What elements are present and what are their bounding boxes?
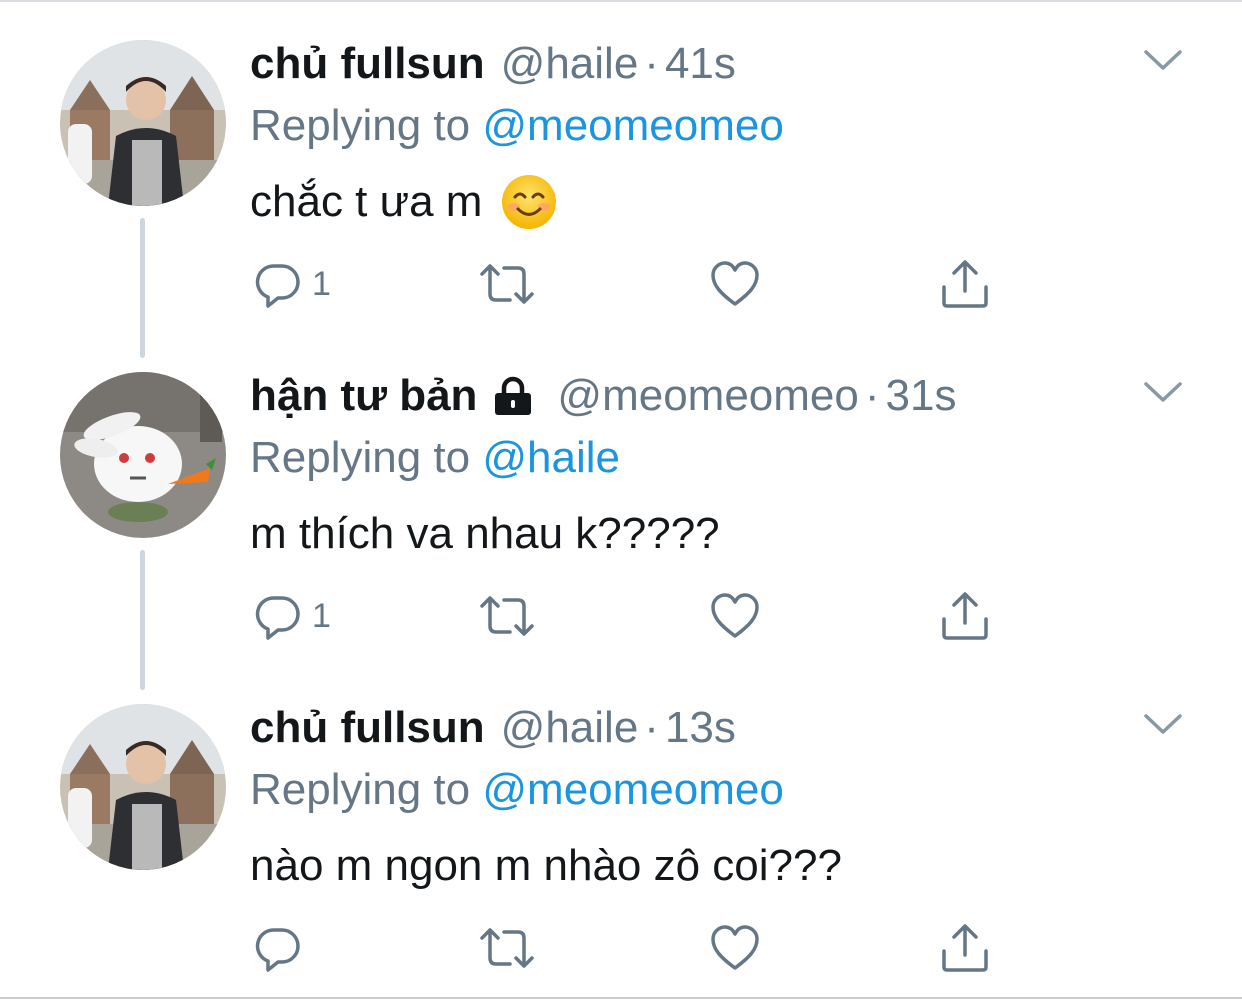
replying-to-label: Replying to	[250, 765, 471, 814]
avatar[interactable]	[60, 704, 226, 870]
lock-icon	[491, 374, 535, 418]
avatar[interactable]	[60, 372, 226, 538]
tweet-text: m thích va nhau k?????	[250, 504, 720, 564]
like-icon	[710, 924, 760, 972]
replying-to-label: Replying to	[250, 433, 471, 482]
bottom-divider	[0, 997, 1242, 999]
tweet-actions	[0, 920, 1242, 976]
share-icon	[940, 923, 990, 973]
timestamp[interactable]: 41s	[665, 36, 736, 92]
reply-count: 1	[312, 264, 331, 303]
like-button[interactable]	[710, 920, 760, 976]
chevron-down-icon[interactable]	[1142, 44, 1184, 74]
timestamp[interactable]: 31s	[886, 368, 957, 424]
share-button[interactable]	[940, 588, 990, 644]
replying-to: Replying to @haile	[250, 430, 620, 486]
timestamp[interactable]: 13s	[665, 700, 736, 756]
tweet-header: chủ fullsun @haile · 41s	[250, 36, 736, 92]
tweet-text: chắc t ưa m	[250, 172, 558, 232]
like-icon	[710, 592, 760, 640]
avatar[interactable]	[60, 40, 226, 206]
reply-button[interactable]: 1	[254, 588, 331, 644]
reply-icon	[254, 260, 302, 308]
replying-to: Replying to @meomeomeo	[250, 762, 784, 818]
display-name[interactable]: chủ fullsun	[250, 36, 485, 92]
tweet[interactable]: chủ fullsun @haile · 13s Replying to @me…	[0, 664, 1242, 994]
tweet-actions: 1	[0, 256, 1242, 312]
tweet[interactable]: chủ fullsun @haile · 41s Replying to @me…	[0, 0, 1242, 358]
chevron-down-icon[interactable]	[1142, 376, 1184, 406]
username[interactable]: @haile	[501, 700, 639, 756]
retweet-button[interactable]	[478, 920, 536, 976]
retweet-icon	[478, 924, 536, 972]
retweet-button[interactable]	[478, 256, 536, 312]
replying-to-label: Replying to	[250, 101, 471, 150]
tweet[interactable]: hận tư bản @meomeomeo · 31s Replying to …	[0, 332, 1242, 690]
reply-count: 1	[312, 596, 331, 635]
share-button[interactable]	[940, 256, 990, 312]
username[interactable]: @meomeomeo	[557, 368, 858, 424]
mention-link[interactable]: @haile	[482, 433, 620, 482]
username[interactable]: @haile	[501, 36, 639, 92]
tweet-text: nào m ngon m nhào zô coi???	[250, 836, 842, 896]
mention-link[interactable]: @meomeomeo	[482, 101, 783, 150]
separator-dot: ·	[644, 703, 659, 752]
tweet-text-content: chắc t ưa m	[250, 177, 483, 226]
retweet-icon	[478, 592, 536, 640]
replying-to: Replying to @meomeomeo	[250, 98, 784, 154]
display-name[interactable]: chủ fullsun	[250, 700, 485, 756]
smiling-face-emoji	[500, 173, 558, 231]
like-button[interactable]	[710, 256, 760, 312]
tweet-header: chủ fullsun @haile · 13s	[250, 700, 736, 756]
reply-icon	[254, 924, 302, 972]
share-icon	[940, 259, 990, 309]
separator-dot: ·	[864, 371, 880, 420]
tweet-text-content: nào m ngon m nhào zô coi???	[250, 841, 842, 890]
like-icon	[710, 260, 760, 308]
mention-link[interactable]: @meomeomeo	[482, 765, 783, 814]
tweet-actions: 1	[0, 588, 1242, 644]
tweet-text-content: m thích va nhau k?????	[250, 509, 720, 558]
reply-icon	[254, 592, 302, 640]
separator-dot: ·	[644, 39, 659, 88]
share-button[interactable]	[940, 920, 990, 976]
tweet-header: hận tư bản @meomeomeo · 31s	[250, 368, 956, 424]
share-icon	[940, 591, 990, 641]
retweet-icon	[478, 260, 536, 308]
chevron-down-icon[interactable]	[1142, 708, 1184, 738]
reply-button[interactable]: 1	[254, 256, 331, 312]
display-name[interactable]: hận tư bản	[250, 368, 477, 424]
like-button[interactable]	[710, 588, 760, 644]
retweet-button[interactable]	[478, 588, 536, 644]
reply-button[interactable]	[254, 920, 312, 976]
